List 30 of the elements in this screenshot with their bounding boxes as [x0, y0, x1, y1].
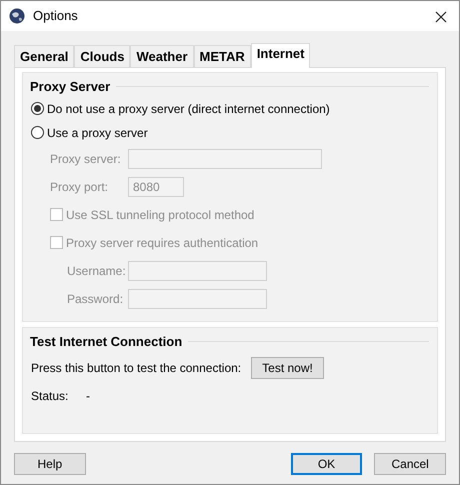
tab[interactable]: Clouds: [74, 45, 130, 67]
window-title: Options: [33, 7, 78, 26]
input-field[interactable]: [128, 260, 267, 280]
status-label: Status:: [31, 388, 70, 404]
radio-button[interactable]: [31, 102, 44, 115]
dialog-button[interactable]: Help: [14, 453, 86, 475]
radio-label: Use a proxy server: [47, 124, 148, 142]
checkbox-label: Proxy server requires authentication: [66, 234, 258, 252]
field-label: Username:: [66, 262, 127, 280]
radio-button[interactable]: [31, 126, 44, 139]
radio-label: Do not use a proxy server (direct internet connection): [47, 100, 330, 118]
dialog-button[interactable]: Cancel: [374, 453, 446, 475]
close-icon[interactable]: [435, 10, 447, 23]
tab[interactable]: Internet: [250, 43, 310, 68]
field-label: Password:: [66, 290, 124, 308]
status-value: -: [86, 388, 90, 404]
tab[interactable]: Weather: [130, 45, 194, 67]
globe-icon: [9, 8, 25, 24]
test-button[interactable]: Test now!: [251, 356, 324, 378]
tab[interactable]: General: [14, 45, 74, 67]
field-label: Proxy port:: [49, 178, 110, 196]
input-field[interactable]: [128, 288, 267, 308]
input-field[interactable]: [128, 148, 322, 168]
dialog-button[interactable]: OK: [290, 453, 362, 475]
field-label: Proxy server:: [49, 150, 122, 168]
group-title: Proxy Server: [30, 78, 110, 96]
tab[interactable]: METAR: [194, 45, 251, 67]
checkbox-label: Use SSL tunneling protocol method: [66, 206, 254, 224]
group-title: Test Internet Connection: [30, 333, 182, 351]
prompt-text: Press this button to test the connection:: [31, 360, 242, 376]
